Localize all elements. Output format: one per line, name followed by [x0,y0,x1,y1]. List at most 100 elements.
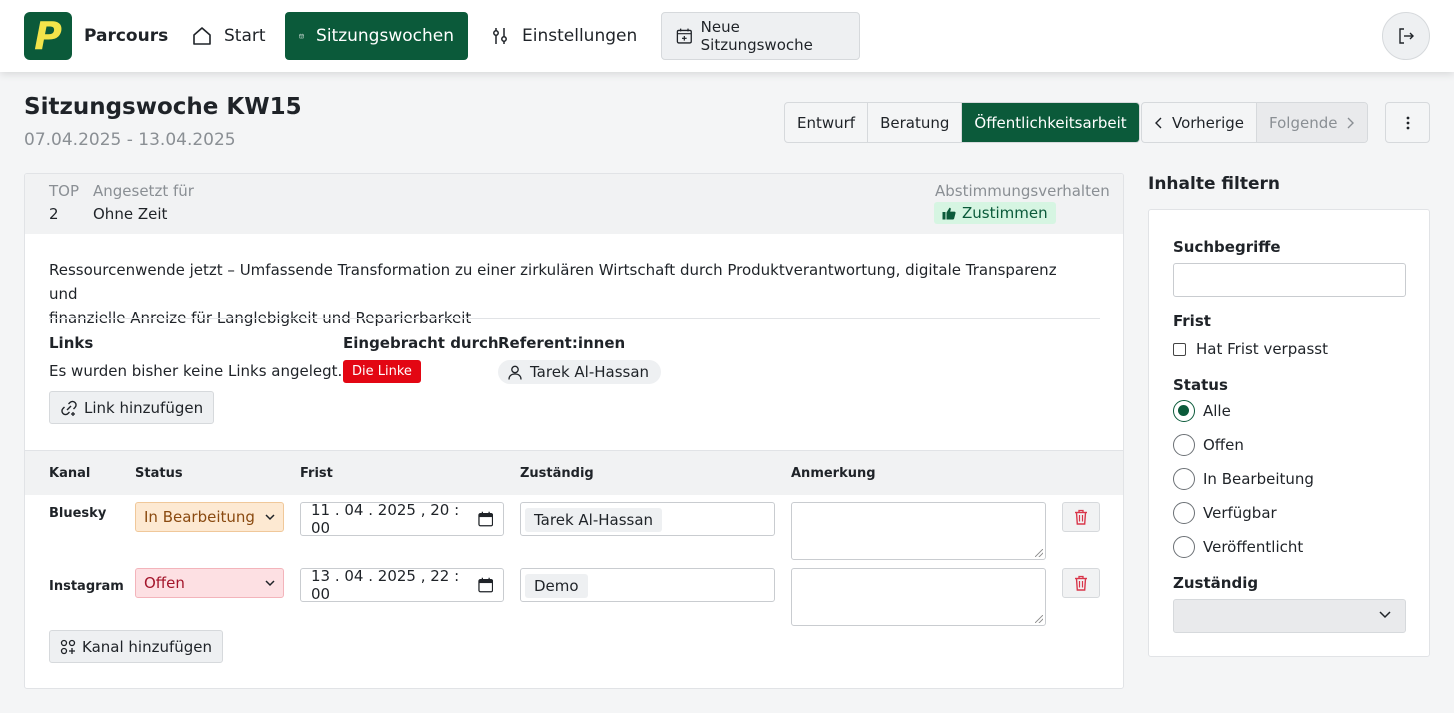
add-channel-button[interactable]: Kanal hinzufügen [49,630,224,663]
new-session-week-button[interactable]: Neue Sitzungswoche [661,12,860,60]
filter-panel: Suchbegriffe Frist Hat Frist verpasst St… [1148,209,1430,657]
phase-oeffentlichkeitsarbeit[interactable]: Öffentlichkeitsarbeit [962,103,1139,142]
status-radio-verfuegbar[interactable]: Verfügbar [1173,502,1277,524]
th-anmerkung: Anmerkung [791,466,876,481]
status-select-value: In Bearbeitung [144,508,255,526]
channel-name: Instagram [49,579,124,594]
assignee-tag[interactable]: Tarek Al-Hassan [525,508,663,532]
more-options-button[interactable] [1385,102,1430,143]
missed-deadline-label: Hat Frist verpasst [1196,340,1328,358]
deadline-input[interactable]: 11 . 04 . 2025 , 20 : 00 [300,501,504,537]
status-radio-label: In Bearbeitung [1203,470,1314,488]
previous-week-button[interactable]: Vorherige [1142,103,1257,142]
zustaendig-label: Zuständig [1173,574,1259,592]
chevron-down-icon [265,513,275,520]
phase-entwurf[interactable]: Entwurf [785,103,869,142]
description-line-1: Ressourcenwende jetzt – Umfassende Trans… [49,261,1057,303]
trash-icon [1075,575,1087,591]
search-input[interactable] [1173,263,1406,297]
filter-title: Inhalte filtern [1148,174,1280,194]
missed-deadline-checkbox[interactable]: Hat Frist verpasst [1173,340,1328,358]
remark-textarea[interactable] [791,502,1046,560]
phase-switcher: Entwurf Beratung Öffentlichkeitsarbeit [784,102,1140,143]
user-icon [508,365,522,380]
vote-badge: Zustimmen [934,202,1056,224]
brand-name[interactable]: Parcours [84,26,168,46]
deadline-input[interactable]: 13 . 04 . 2025 , 22 : 00 [300,567,504,603]
status-radio-label: Verfügbar [1203,504,1277,522]
link-add-icon [61,400,77,416]
nav-einstellungen-label: Einstellungen [522,26,638,46]
radio-button[interactable] [1173,468,1195,490]
page-title: Sitzungswoche KW15 [24,94,302,120]
speaker-name: Tarek Al-Hassan [530,363,650,381]
checkbox-box[interactable] [1173,342,1186,356]
agenda-item-card: TOP 2 Angesetzt für Ohne Zeit Abstimmung… [24,173,1124,689]
status-radio-alle[interactable]: Alle [1173,400,1231,422]
apps-add-icon [60,639,76,654]
nav-start[interactable]: Start [178,12,280,60]
logout-button[interactable] [1382,12,1430,60]
sliders-icon [493,28,507,44]
agenda-item-description: Ressourcenwende jetzt – Umfassende Trans… [49,258,1089,330]
next-week-button[interactable]: Folgende [1257,103,1368,142]
status-radio-label: Offen [1203,436,1244,454]
page-date-range: 07.04.2025 - 13.04.2025 [24,130,236,150]
agenda-item-header: TOP 2 Angesetzt für Ohne Zeit Abstimmung… [25,174,1123,234]
delete-channel-button[interactable] [1062,568,1100,598]
status-select-value: Offen [144,574,185,592]
chevron-down-icon [265,579,275,586]
remark-textarea[interactable] [791,568,1046,626]
th-status: Status [135,466,183,481]
scheduled-label: Angesetzt für [93,182,194,200]
nav-sitzungswochen[interactable]: 12 Sitzungswochen [285,12,468,60]
zustaendig-select[interactable] [1173,599,1406,633]
new-session-week-label: Neue Sitzungswoche [700,18,813,54]
introduced-label: Eingebracht durch [343,334,499,352]
divider [49,318,1100,319]
app-logo[interactable]: P [24,12,72,60]
frist-label: Frist [1173,312,1211,330]
vote-label: Abstimmungsverhalten [935,182,1110,200]
status-radio-offen[interactable]: Offen [1173,434,1244,456]
channels-table-header: Kanal Status Frist Zuständig Anmerkung [25,450,1123,495]
more-vertical-icon [1406,116,1409,129]
delete-channel-button[interactable] [1062,502,1100,532]
status-select[interactable]: In Bearbeitung [135,502,284,532]
th-kanal: Kanal [49,466,91,481]
nav-sitzungswochen-label: Sitzungswochen [316,26,454,46]
status-radio-label: Alle [1203,402,1231,420]
top-value: 2 [49,205,59,223]
calendar-plus-icon [676,28,692,44]
assignee-tag[interactable]: Demo [525,574,588,598]
next-week-label: Folgende [1269,113,1338,132]
status-select[interactable]: Offen [135,568,284,598]
channel-name: Bluesky [49,506,107,521]
radio-button[interactable] [1173,434,1195,456]
status-label: Status [1173,376,1228,394]
th-zustaendig: Zuständig [520,466,594,481]
logout-icon [1399,28,1414,44]
nav-start-label: Start [224,26,266,46]
radio-button[interactable] [1173,536,1195,558]
phase-beratung[interactable]: Beratung [868,103,963,142]
calendar-icon [477,577,493,593]
assignee-field[interactable]: Demo [520,568,775,602]
home-icon [193,27,211,45]
assignee-field[interactable]: Tarek Al-Hassan [520,502,775,536]
status-radio-in-bearbeitung[interactable]: In Bearbeitung [1173,468,1314,490]
links-empty-text: Es wurden bisher keine Links angelegt. [49,362,343,380]
vote-value: Zustimmen [962,204,1048,222]
calendar-icon: 12 [299,33,304,39]
speakers-label: Referent:innen [498,334,626,352]
radio-button[interactable] [1173,400,1195,422]
nav-einstellungen[interactable]: Einstellungen [476,12,651,60]
add-channel-label: Kanal hinzufügen [82,637,213,656]
add-link-label: Link hinzufügen [84,398,204,417]
thumbs-up-icon [942,207,956,219]
radio-button[interactable] [1173,502,1195,524]
add-link-button[interactable]: Link hinzufügen [49,391,215,424]
speaker-chip: Tarek Al-Hassan [498,360,662,384]
th-frist: Frist [300,466,333,481]
status-radio-veroeffentlicht[interactable]: Veröffentlicht [1173,536,1303,558]
